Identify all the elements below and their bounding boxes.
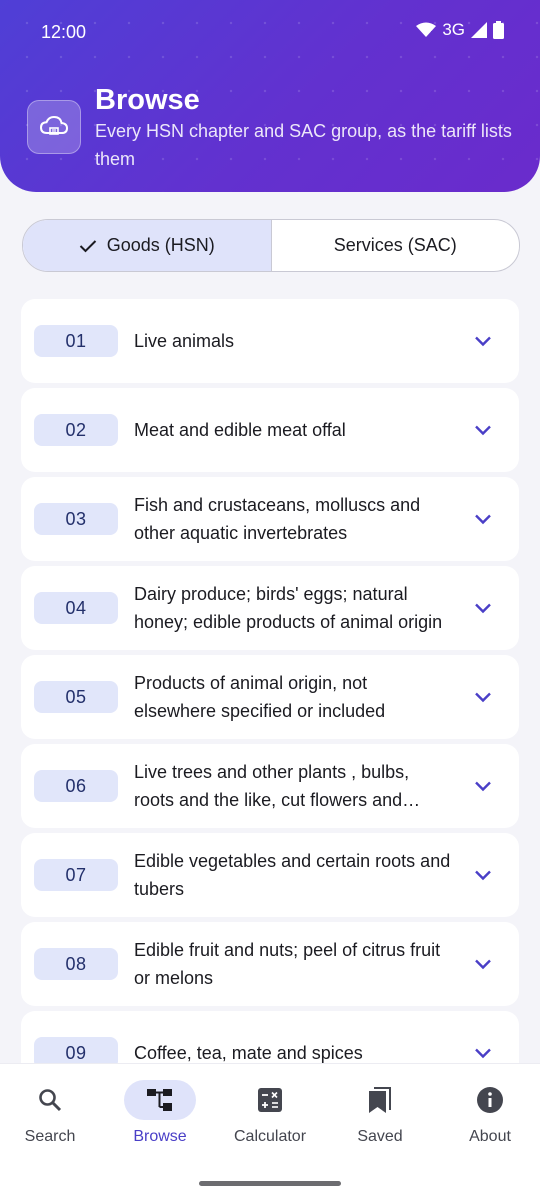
wifi-icon xyxy=(416,22,437,37)
list-item[interactable]: 08 Edible fruit and nuts; peel of citrus… xyxy=(21,922,519,1006)
chapter-code: 09 xyxy=(34,1037,118,1063)
chapter-title: Fish and crustaceans, molluscs and other… xyxy=(134,495,421,543)
nav-saved-label: Saved xyxy=(357,1128,403,1145)
tab-goods-hsn[interactable]: Goods (HSN) xyxy=(23,220,272,271)
status-icons: 3G xyxy=(416,20,504,40)
page-title: Browse xyxy=(95,84,200,116)
chevron-down-icon[interactable] xyxy=(473,687,493,707)
list-item[interactable]: 01 Live animals xyxy=(21,299,519,383)
chapter-title: Live trees and other plants , bulbs, roo… xyxy=(134,762,410,810)
chapter-title: Edible vegetables and certain roots and … xyxy=(134,851,451,899)
chapter-list: 01 Live animals 02 Meat and edible meat … xyxy=(21,299,519,1063)
chapter-code: 06 xyxy=(34,770,118,802)
nav-about[interactable]: About xyxy=(436,1064,540,1164)
nav-search[interactable]: Search xyxy=(0,1064,104,1164)
chapter-title: Edible fruit and nuts; peel of citrus fr… xyxy=(134,940,441,988)
chevron-down-icon[interactable] xyxy=(473,954,493,974)
nav-calculator[interactable]: Calculator xyxy=(216,1064,324,1164)
chapter-code: 01 xyxy=(34,325,118,357)
browse-icon xyxy=(147,1089,172,1111)
list-item[interactable]: 07 Edible vegetables and certain roots a… xyxy=(21,833,519,917)
tab-goods-label: Goods (HSN) xyxy=(106,235,215,255)
info-icon xyxy=(477,1087,503,1113)
list-item[interactable]: 03 Fish and crustaceans, molluscs and ot… xyxy=(21,477,519,561)
chevron-down-icon[interactable] xyxy=(473,776,493,796)
chapter-title: Meat and edible meat offal xyxy=(134,420,346,440)
list-item[interactable]: 09 Coffee, tea, mate and spices xyxy=(21,1011,519,1063)
chevron-down-icon[interactable] xyxy=(473,598,493,618)
signal-icon xyxy=(471,22,487,38)
chevron-down-icon[interactable] xyxy=(473,509,493,529)
nav-browse-icon-wrap xyxy=(124,1080,196,1120)
list-item[interactable]: 04 Dairy produce; birds' eggs; natural h… xyxy=(21,566,519,650)
chapter-title: Dairy produce; birds' eggs; natural hone… xyxy=(134,584,443,632)
search-icon xyxy=(39,1089,62,1112)
status-bar: 12:00 3G xyxy=(0,0,540,64)
tab-services-label: Services (SAC) xyxy=(333,235,457,255)
page-subtitle: Every HSN chapter and SAC group, as the … xyxy=(95,121,512,169)
check-icon xyxy=(79,239,96,252)
chapter-title: Live animals xyxy=(134,331,235,351)
nav-saved-icon-wrap xyxy=(344,1080,416,1120)
nav-browse[interactable]: Browse xyxy=(106,1064,214,1164)
calculator-icon xyxy=(258,1088,282,1112)
nav-calculator-icon-wrap xyxy=(234,1080,306,1120)
chapter-title: Coffee, tea, mate and spices xyxy=(134,1043,363,1063)
battery-icon xyxy=(493,21,504,39)
nav-about-label: About xyxy=(469,1128,511,1145)
nav-search-icon-wrap xyxy=(14,1080,86,1120)
nav-calculator-label: Calculator xyxy=(233,1128,307,1145)
chapter-code: 07 xyxy=(34,859,118,891)
nav-browse-label: Browse xyxy=(133,1128,187,1145)
chapter-title: Products of animal origin, not elsewhere… xyxy=(134,673,386,721)
list-item[interactable]: 05 Products of animal origin, not elsewh… xyxy=(21,655,519,739)
chapter-code: 03 xyxy=(34,503,118,535)
header-banner: 12:00 3G Browse Every HSN chapter and SA… xyxy=(0,0,540,192)
chevron-down-icon[interactable] xyxy=(473,420,493,440)
chevron-down-icon[interactable] xyxy=(473,1043,493,1063)
cloud-icon xyxy=(40,116,68,135)
hsn-sac-toggle: Goods (HSN) Services (SAC) xyxy=(22,219,520,272)
list-item[interactable]: 02 Meat and edible meat offal xyxy=(21,388,519,472)
app-logo xyxy=(27,100,81,154)
nav-saved[interactable]: Saved xyxy=(326,1064,434,1164)
nav-search-label: Search xyxy=(24,1128,76,1145)
chapter-code: 08 xyxy=(34,948,118,980)
bookmark-icon xyxy=(369,1087,391,1113)
network-type: 3G xyxy=(442,20,465,39)
home-indicator[interactable] xyxy=(199,1181,341,1186)
chevron-down-icon[interactable] xyxy=(473,865,493,885)
chapter-code: 05 xyxy=(34,681,118,713)
chevron-down-icon[interactable] xyxy=(473,331,493,351)
chapter-code: 04 xyxy=(34,592,118,624)
list-item[interactable]: 06 Live trees and other plants , bulbs, … xyxy=(21,744,519,828)
status-time: 12:00 xyxy=(41,22,87,42)
chapter-code: 02 xyxy=(34,414,118,446)
tab-services-sac[interactable]: Services (SAC) xyxy=(272,220,520,271)
nav-about-icon-wrap xyxy=(454,1080,526,1120)
